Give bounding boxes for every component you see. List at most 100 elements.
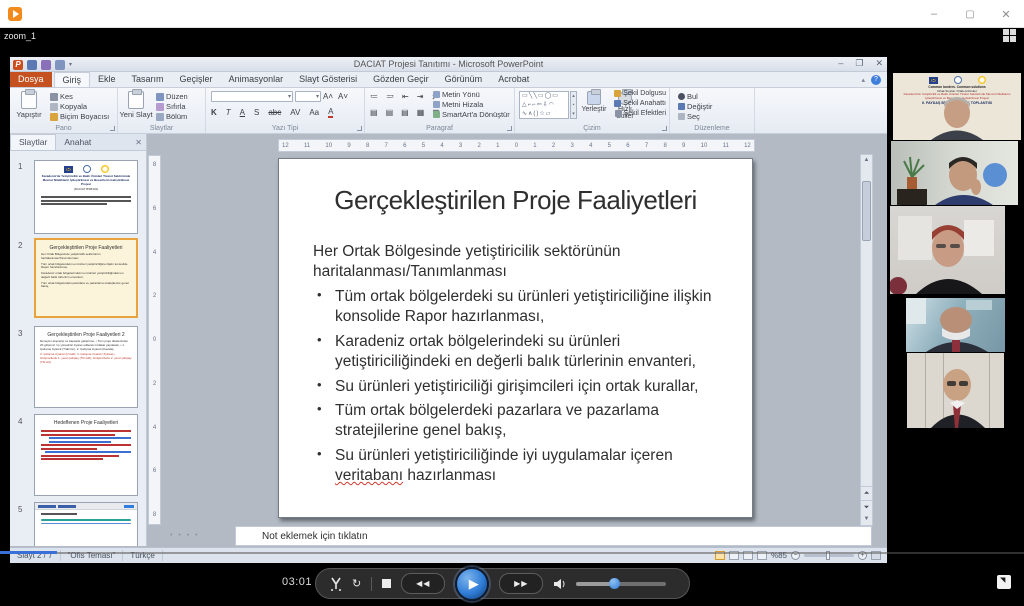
slide-bullet[interactable]: Tüm ortak bölgelerdeki pazarlara ve paza… xyxy=(313,401,725,441)
participant-video-1[interactable]: Common borders. Common solutions Ortak S… xyxy=(893,73,1021,140)
tab-acrobat[interactable]: Acrobat xyxy=(490,72,537,87)
slide-title[interactable]: Gerçekleştirilen Proje Faaliyetleri xyxy=(279,185,752,216)
dialog-launcher-icon[interactable] xyxy=(357,126,362,131)
cut-button[interactable]: Kes xyxy=(50,92,73,101)
participant-video-3[interactable] xyxy=(890,206,1005,294)
align-left-icon[interactable]: ▤ xyxy=(370,108,378,117)
panel-tab-outline[interactable]: Anahat xyxy=(56,135,99,149)
shrink-font-icon[interactable]: A˅ xyxy=(338,92,348,101)
window-close-button[interactable] xyxy=(988,0,1024,28)
italic-button[interactable]: T xyxy=(226,108,231,117)
shapes-gallery[interactable]: ▭╲╲▭◯▭△⌐⌐⇦⇩◠∿∧()☆▱ xyxy=(519,91,569,119)
change-case-button[interactable]: Aa xyxy=(309,108,319,117)
strikethrough-button[interactable]: abc xyxy=(268,108,281,117)
slide-bullet-list[interactable]: Tüm ortak bölgelerdeki su ürünleri yetiş… xyxy=(313,287,725,485)
tab-gozden-gecir[interactable]: Gözden Geçir xyxy=(365,72,437,87)
shapes-scroll[interactable]: ▴▪▾ xyxy=(570,91,577,119)
font-color-button[interactable]: A xyxy=(328,107,333,118)
align-center-icon[interactable]: ▤ xyxy=(386,108,394,117)
dialog-launcher-icon[interactable] xyxy=(110,126,115,131)
minimize-ribbon-icon[interactable]: ▴ xyxy=(861,76,865,84)
shadow-button[interactable]: S xyxy=(254,108,259,117)
align-text-button[interactable]: Metni Hizala xyxy=(433,100,483,109)
participant-video-5[interactable] xyxy=(907,353,1004,428)
dialog-launcher-icon[interactable] xyxy=(662,126,667,131)
zoom-slider[interactable] xyxy=(804,554,854,557)
slide-canvas[interactable]: Gerçekleştirilen Proje Faaliyetleri Her … xyxy=(278,158,753,518)
slide-thumbnail-5[interactable] xyxy=(34,502,138,546)
scroll-up-icon[interactable]: ▲ xyxy=(861,155,872,166)
tab-gecisler[interactable]: Geçişler xyxy=(172,72,221,87)
increase-indent-icon[interactable]: ⇥ xyxy=(417,92,424,101)
slide-bullet[interactable]: Tüm ortak bölgelerdeki su ürünleri yetiş… xyxy=(313,287,725,327)
slide-thumbnail-2-selected[interactable]: Gerçekleştirilen Proje Faaliyetleri Her … xyxy=(34,238,138,318)
tab-gorunum[interactable]: Görünüm xyxy=(437,72,491,87)
window-maximize-button[interactable] xyxy=(952,0,988,28)
find-button[interactable]: Bul xyxy=(678,92,698,101)
character-spacing-button[interactable]: AV xyxy=(290,108,300,117)
grow-font-icon[interactable]: A˄ xyxy=(323,92,333,101)
slide-thumbnail-4[interactable]: Hedeflenen Proje Faaliyetleri xyxy=(34,414,138,496)
panel-tab-slides[interactable]: Slaytlar xyxy=(10,134,56,150)
rewind-button[interactable]: ◀◀ xyxy=(401,573,445,594)
ppt-close-button[interactable]: ✕ xyxy=(875,58,883,69)
shape-outline-button[interactable]: Şekil Anahattı xyxy=(614,100,666,107)
window-minimize-button[interactable] xyxy=(916,0,952,28)
previous-slide-button[interactable]: ⏶ xyxy=(861,486,872,500)
slide-thumbnail-1[interactable]: Karadeniz'de Yetiştiricilik ve Balık Ürü… xyxy=(34,160,138,234)
font-size-combo[interactable] xyxy=(295,91,321,102)
play-button[interactable]: ▶ xyxy=(455,567,489,601)
tab-ekle[interactable]: Ekle xyxy=(90,72,124,87)
underline-button[interactable]: A xyxy=(240,108,245,117)
new-slide-button[interactable]: Yeni Slayt xyxy=(119,91,153,119)
format-painter-button[interactable]: Biçim Boyacısı xyxy=(50,112,109,121)
scroll-down-icon[interactable]: ▼ xyxy=(861,514,872,525)
ppt-minimize-button[interactable]: – xyxy=(838,58,843,69)
paste-button[interactable]: Yapıştır xyxy=(12,91,46,119)
numbering-icon[interactable]: ≕ xyxy=(386,92,394,101)
participant-video-4[interactable] xyxy=(906,298,1005,352)
popout-icon[interactable] xyxy=(997,575,1011,589)
notes-pane[interactable]: Not eklemek için tıklatın xyxy=(235,526,872,546)
seek-bar[interactable] xyxy=(0,552,1024,554)
help-icon[interactable]: ? xyxy=(871,75,881,85)
slide-intro-text[interactable]: Her Ortak Bölgesinde yetiştiricilik sekt… xyxy=(313,242,683,282)
layout-button[interactable]: Düzen xyxy=(156,92,188,101)
section-button[interactable]: Bölüm xyxy=(156,112,187,121)
font-name-combo[interactable] xyxy=(211,91,293,102)
smartart-button[interactable]: SmartArt'a Dönüştür xyxy=(433,110,510,119)
panel-close-icon[interactable]: ✕ xyxy=(135,138,142,147)
tab-dosya[interactable]: Dosya xyxy=(10,72,52,87)
fast-forward-button[interactable]: ▶▶ xyxy=(499,573,543,594)
speaker-icon[interactable] xyxy=(553,578,566,590)
copy-button[interactable]: Kopyala xyxy=(50,102,87,111)
seek-bar-progress[interactable] xyxy=(0,551,57,554)
dialog-launcher-icon[interactable] xyxy=(507,126,512,131)
notes-splitter[interactable]: • • • • xyxy=(170,532,220,540)
gallery-view-icon[interactable] xyxy=(1003,29,1016,42)
slide-bullet[interactable]: Karadeniz ortak bölgelerindeki su ürünle… xyxy=(313,332,725,372)
justify-icon[interactable]: ▦ xyxy=(417,108,425,117)
bold-button[interactable]: K xyxy=(211,108,217,117)
bullets-icon[interactable]: ≔ xyxy=(370,92,378,101)
loop-icon[interactable]: ↻ xyxy=(352,577,361,590)
next-slide-button[interactable]: ⏷ xyxy=(861,500,872,514)
tab-animasyonlar[interactable]: Animasyonlar xyxy=(221,72,292,87)
align-right-icon[interactable]: ▤ xyxy=(401,108,409,117)
slide-bullet[interactable]: Su ürünleri yetiştiriciliği girişimciler… xyxy=(313,377,725,397)
arrange-button[interactable]: Yerleştir xyxy=(578,91,610,113)
shape-fill-button[interactable]: Şekil Dolgusu xyxy=(614,90,666,97)
slide-bullet[interactable]: Su ürünleri yetiştiriciliğinde iyi uygul… xyxy=(313,446,725,486)
scrollbar-thumb[interactable] xyxy=(862,181,871,241)
select-button[interactable]: Seç xyxy=(678,112,700,121)
trim-icon[interactable] xyxy=(330,577,342,591)
participant-video-2[interactable] xyxy=(891,141,1018,205)
tab-tasarim[interactable]: Tasarım xyxy=(124,72,172,87)
text-direction-button[interactable]: Metin Yönü xyxy=(433,90,480,99)
tab-giris[interactable]: Giriş xyxy=(54,72,91,87)
tab-slayt-gosterisi[interactable]: Slayt Gösterisi xyxy=(291,72,365,87)
stop-button[interactable] xyxy=(382,579,391,588)
shape-effects-button[interactable]: Şekil Efektleri xyxy=(615,110,666,117)
volume-thumb[interactable] xyxy=(609,578,620,589)
slide-thumbnail-3[interactable]: Gerçekleştirilen Proje Faaliyetleri 2 De… xyxy=(34,326,138,408)
